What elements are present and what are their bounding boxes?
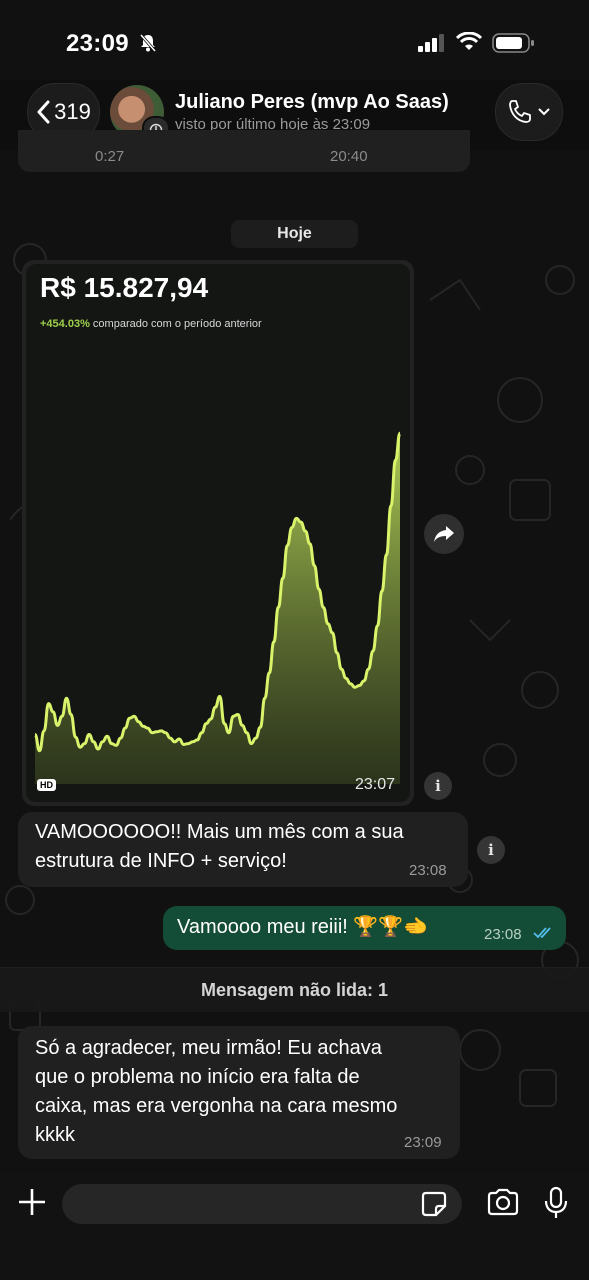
sticker-icon[interactable]	[420, 1190, 448, 1223]
message-text: Só a agradecer, meu irmão! Eu achava que…	[35, 1034, 460, 1150]
unread-count: 319	[54, 99, 91, 124]
contact-name[interactable]: Juliano Peres (mvp Ao Saas)	[175, 91, 449, 114]
message-line: que o problema no início era falta de	[35, 1066, 360, 1088]
incoming-message[interactable]: Só a agradecer, meu irmão! Eu achava que…	[18, 1026, 460, 1159]
outgoing-message[interactable]: Vamoooo meu reiii! 🏆🏆🫲 23:08	[163, 906, 566, 950]
info-icon[interactable]: i	[477, 836, 505, 864]
camera-icon[interactable]	[486, 1188, 520, 1221]
forward-button[interactable]	[424, 514, 464, 554]
forward-arrow-icon	[434, 526, 454, 542]
wifi-icon	[455, 31, 483, 57]
call-button[interactable]	[495, 83, 563, 141]
message-text: Vamoooo meu reiii! 🏆🏆🫲	[177, 916, 429, 938]
revenue-screenshot[interactable]: R$ 15.827,94 +454.03% comparado com o pe…	[26, 264, 410, 802]
message-time: 23:08	[409, 862, 447, 879]
day-divider: Hoje	[231, 220, 358, 248]
info-icon[interactable]: i	[424, 772, 452, 800]
message-time: 23:08	[484, 926, 522, 943]
microphone-icon[interactable]	[544, 1186, 568, 1225]
incoming-message[interactable]: VAMOOOOOO!! Mais um mês com a sua estrut…	[18, 812, 468, 887]
hd-badge: HD	[37, 779, 56, 791]
message-input[interactable]	[62, 1184, 462, 1224]
plus-icon	[19, 1189, 45, 1215]
chart-area	[35, 433, 400, 784]
chevron-down-icon	[538, 108, 550, 116]
message-line: kkkk	[35, 1124, 75, 1146]
revenue-chart	[33, 431, 402, 784]
battery-icon	[492, 33, 536, 58]
compose-bar	[0, 1172, 589, 1280]
message-line: caixa, mas era vergonha na cara mesmo	[35, 1095, 398, 1117]
chevron-left-icon	[37, 100, 50, 124]
message-time: 23:09	[404, 1134, 442, 1151]
message-line: Só a agradecer, meu irmão! Eu achava	[35, 1037, 382, 1059]
audio-duration: 0:27	[95, 148, 125, 165]
image-time: 23:07	[355, 776, 396, 793]
unread-divider: Mensagem não lida: 1	[0, 967, 589, 1012]
status-time: 23:09	[66, 30, 129, 57]
message-line: VAMOOOOOO!! Mais um mês com a sua	[35, 821, 404, 843]
image-message-bubble[interactable]: R$ 15.827,94 +454.03% comparado com o pe…	[22, 260, 414, 806]
double-check-icon	[533, 927, 551, 939]
message-line: estrutura de INFO + serviço!	[35, 850, 287, 872]
signal-bars-icon	[418, 34, 446, 57]
message-time: 20:40	[330, 148, 368, 165]
phone-icon	[509, 100, 531, 123]
previous-message-bubble[interactable]: 0:27 20:40	[18, 130, 470, 172]
bell-slash-icon	[138, 33, 158, 58]
status-bar: 23:09	[0, 0, 589, 80]
message-text: VAMOOOOOO!! Mais um mês com a sua estrut…	[35, 818, 465, 876]
attach-button[interactable]	[14, 1184, 50, 1220]
